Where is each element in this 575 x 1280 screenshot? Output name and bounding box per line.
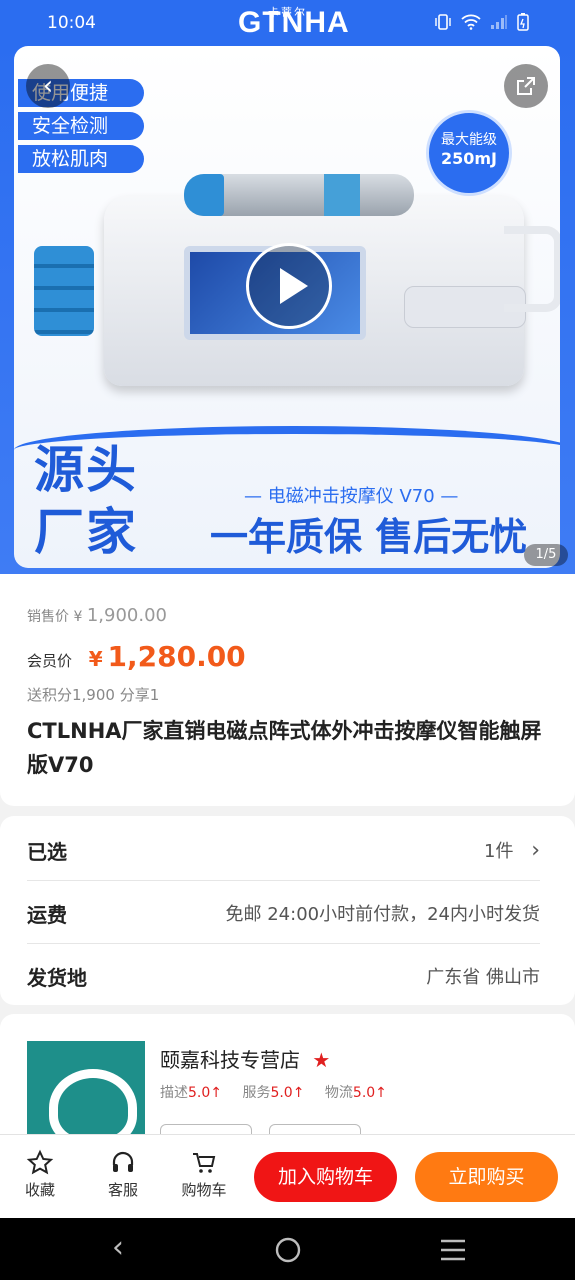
brand-logo: 卡蒂尔 GTNHA [238,6,350,40]
sale-price-label: 销售价 [27,609,69,625]
image-page-indicator: 1/5 [524,544,568,566]
rating-desc-label: 描述 [160,1085,188,1101]
handpiece-cap [184,174,224,216]
bottom-action-bar: 收藏 客服 购物车 加入购物车 立即购买 [0,1134,575,1219]
price-card: 销售价 ¥ 1,900.00 会员价 ¥ 1,280.00 送积分1,900 分… [0,574,575,806]
banner-product-line: — 电磁冲击按摩仪 V70 — [244,486,459,507]
nav-recents-icon[interactable] [440,1230,466,1271]
selected-label: 已选 [27,840,67,864]
status-bar: 10:04 卡蒂尔 GTNHA [0,0,575,46]
customer-service-label: 客服 [107,1181,138,1199]
star-icon: ★ [312,1048,331,1072]
applicator-holder [34,246,94,336]
headset-icon [93,1149,153,1179]
sale-price-row: 销售价 ¥ 1,900.00 [27,605,167,626]
favorite-label: 收藏 [24,1181,55,1199]
add-to-cart-button[interactable]: 加入购物车 [254,1152,397,1202]
shop-card[interactable]: 颐嘉科技专营店 ★ 描述5.0↑ 服务5.0↑ 物流5.0↑ [0,1014,575,1144]
origin-value: 广东省 佛山市 [426,967,540,988]
vibrate-icon [434,14,452,34]
system-nav-bar: ‹ [0,1218,575,1280]
shop-name-row: 颐嘉科技专营店 ★ [160,1044,330,1073]
rating-service-label: 服务 [242,1085,271,1101]
cart-icon [174,1149,234,1179]
selected-value: 1件 [484,841,514,862]
energy-badge-label: 最大能级 [441,132,497,148]
rating-logistics-label: 物流 [324,1085,353,1101]
buy-now-button[interactable]: 立即购买 [415,1152,558,1202]
shipping-row: 运费 免邮 24:00小时前付款，24内小时发货 [27,881,540,944]
shop-logo [27,1041,145,1144]
origin-label: 发货地 [27,966,87,990]
selected-value-wrap: 1件 › [484,837,540,863]
chevron-left-icon: ‹ [42,71,54,101]
cart-label: 购物车 [181,1181,227,1199]
rating-service-score: 5.0↑ [270,1085,305,1101]
status-icons [434,13,529,35]
member-price-currency: ¥ [88,647,103,671]
points-share: 送积分1,900 分享1 [27,686,160,704]
share-icon [517,77,535,95]
sale-price: 1,900.00 [86,605,167,626]
share-button[interactable] [504,64,548,108]
chevron-right-icon: › [531,838,540,863]
shipping-value: 免邮 24:00小时前付款，24内小时发货 [225,904,541,925]
product-image: 使用便捷 安全检测 放松肌肉 最大能级 250mJ 源头 厂家 — 电磁冲击按摩… [14,46,560,568]
product-title: CTLNHA厂家直销电磁点阵式体外冲击按摩仪智能触屏版V70 [27,719,542,777]
sale-price-currency: ¥ [73,609,83,625]
shockwave-handpiece [184,174,414,216]
feature-tag: 放松肌肉 [18,145,144,173]
rating-logistics-score: 5.0↑ [352,1085,387,1101]
origin-row: 发货地 广东省 佛山市 [27,944,540,1006]
favorite-button[interactable]: 收藏 [10,1149,70,1200]
product-image-carousel[interactable]: 使用便捷 安全检测 放松肌肉 最大能级 250mJ 源头 厂家 — 电磁冲击按摩… [0,46,575,574]
selected-spec-row[interactable]: 已选 1件 › [27,818,540,881]
banner-big-word: 厂家 [34,503,138,561]
cart-button[interactable]: 购物车 [174,1149,234,1200]
feature-tag: 安全检测 [18,112,144,140]
signal-icon [490,14,508,34]
shop-name: 颐嘉科技专营店 [160,1048,300,1072]
member-price-label: 会员价 [27,652,73,670]
battery-icon [517,13,529,35]
wifi-icon [461,14,481,34]
shop-logo-mark [49,1069,137,1144]
video-play-button[interactable] [246,243,332,329]
banner-slogan: 一年质保 售后无忧 [210,515,528,559]
energy-badge: 最大能级 250mJ [426,110,512,196]
star-outline-icon [10,1149,70,1179]
energy-badge-value: 250mJ [440,149,498,168]
product-info-card: 已选 1件 › 运费 免邮 24:00小时前付款，24内小时发货 发货地 广东省… [0,816,575,1005]
customer-service-button[interactable]: 客服 [93,1149,153,1200]
handpiece-ring [324,174,360,216]
nav-home-icon[interactable] [274,1230,302,1273]
status-time: 10:04 [47,13,96,33]
back-button[interactable]: ‹ [26,64,70,108]
member-price-row: 会员价 ¥ 1,280.00 [27,640,246,673]
shop-ratings: 描述5.0↑ 服务5.0↑ 物流5.0↑ [160,1082,403,1102]
brand-logo-subtext: 卡蒂尔 [268,7,307,19]
nav-back-icon[interactable]: ‹ [112,1230,124,1266]
member-price: 1,280.00 [107,640,246,673]
rating-desc-score: 5.0↑ [188,1085,222,1101]
handle-holder [504,226,560,312]
shipping-label: 运费 [27,903,67,927]
